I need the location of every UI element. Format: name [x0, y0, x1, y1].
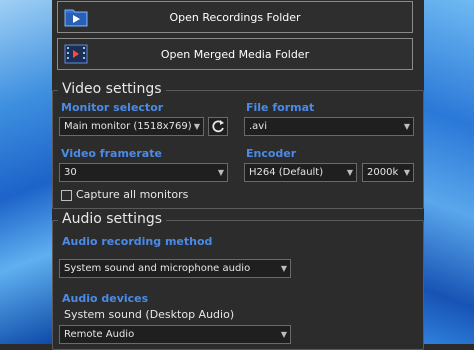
open-merged-label: Open Merged Media Folder [160, 47, 310, 61]
chevron-down-icon: ▼ [403, 122, 410, 131]
chevron-down-icon: ▼ [403, 168, 410, 177]
system-sound-device-value: Remote Audio [64, 329, 135, 340]
monitor-selector-dropdown[interactable]: Main monitor (1518x769) ▼ [59, 117, 204, 136]
audio-devices-label: Audio devices [62, 292, 149, 305]
file-format-value: .avi [249, 121, 268, 132]
encoder-value: H264 (Default) [249, 167, 324, 178]
system-sound-label: System sound (Desktop Audio) [64, 308, 235, 321]
file-format-dropdown[interactable]: .avi ▼ [244, 117, 414, 136]
encoder-label: Encoder [246, 147, 297, 160]
bitrate-value: 2000k [367, 167, 399, 178]
chevron-down-icon: ▼ [217, 168, 224, 177]
video-framerate-label: Video framerate [61, 147, 162, 160]
chevron-down-icon: ▼ [280, 330, 287, 339]
monitor-selector-value: Main monitor (1518x769) [64, 121, 192, 132]
encoder-dropdown[interactable]: H264 (Default) ▼ [244, 163, 357, 182]
video-framerate-dropdown[interactable]: 30 ▼ [59, 163, 228, 182]
system-sound-device-dropdown[interactable]: Remote Audio ▼ [59, 325, 291, 344]
bitrate-dropdown[interactable]: 2000k ▼ [362, 163, 414, 182]
open-recordings-label: Open Recordings Folder [169, 10, 301, 24]
audio-recording-method-label: Audio recording method [62, 235, 213, 248]
capture-all-monitors-label: Capture all monitors [76, 188, 189, 201]
monitor-selector-label: Monitor selector [61, 101, 164, 114]
desktop-wallpaper-left [0, 0, 52, 344]
film-strip-icon [64, 43, 88, 65]
open-recordings-folder-button[interactable]: Open Recordings Folder [57, 1, 413, 33]
refresh-monitors-button[interactable] [208, 117, 228, 136]
refresh-icon [212, 120, 224, 133]
chevron-down-icon: ▼ [193, 122, 200, 131]
capture-all-monitors-checkbox[interactable] [61, 190, 72, 201]
open-merged-media-folder-button[interactable]: Open Merged Media Folder [57, 38, 413, 70]
video-framerate-value: 30 [64, 167, 77, 178]
chevron-down-icon: ▼ [346, 168, 353, 177]
desktop-wallpaper-right [424, 0, 474, 344]
file-format-label: File format [246, 101, 315, 114]
chevron-down-icon: ▼ [280, 264, 287, 273]
audio-recording-method-value: System sound and microphone audio [64, 263, 251, 274]
video-folder-icon [64, 6, 88, 28]
audio-settings-title: Audio settings [58, 211, 167, 227]
audio-recording-method-dropdown[interactable]: System sound and microphone audio ▼ [59, 259, 291, 278]
video-settings-title: Video settings [58, 81, 166, 97]
